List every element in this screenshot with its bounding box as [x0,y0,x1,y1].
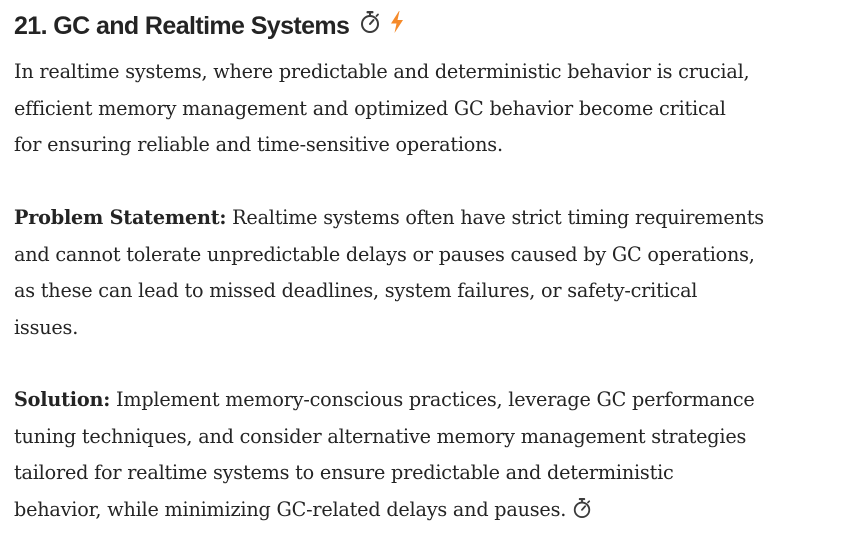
lightning-icon [389,8,405,44]
solution-paragraph: Solution: Implement memory-conscious pra… [14,382,814,531]
problem-lead: Problem Statement: [14,206,227,229]
solution-line: tailored for realtime systems to ensure … [14,461,674,484]
solution-line: behavior, while minimizing GC-related de… [14,492,814,532]
solution-line: tuning techniques, and consider alternat… [14,424,747,448]
solution-text: Implement memory-conscious practices, le… [110,388,755,411]
problem-line: Problem Statement: Realtime systems ofte… [14,200,814,237]
solution-text: behavior, while minimizing GC-related de… [14,497,567,521]
section-title: 21. GC and Realtime Systems [14,12,350,40]
solution-line: Solution: Implement memory-conscious pra… [14,382,814,419]
intro-line: efficient memory management and optimize… [14,96,726,120]
intro-line: In realtime systems, where predictable a… [14,60,750,83]
problem-line: as these can lead to missed deadlines, s… [14,279,698,302]
article-section: 21. GC and Realtime Systems In realtime … [14,8,814,521]
problem-line: and cannot tolerate unpredictable delays… [14,242,755,266]
stopwatch-icon [359,8,381,44]
problem-line: issues. [14,315,79,339]
problem-paragraph: Problem Statement: Realtime systems ofte… [14,200,814,346]
problem-text: Realtime systems often have strict timin… [226,206,764,229]
intro-paragraph: In realtime systems, where predictable a… [14,54,814,164]
stopwatch-icon [572,495,592,532]
intro-line: for ensuring reliable and time-sensitive… [14,133,503,156]
solution-lead: Solution: [14,388,111,411]
section-heading: 21. GC and Realtime Systems [14,8,814,44]
